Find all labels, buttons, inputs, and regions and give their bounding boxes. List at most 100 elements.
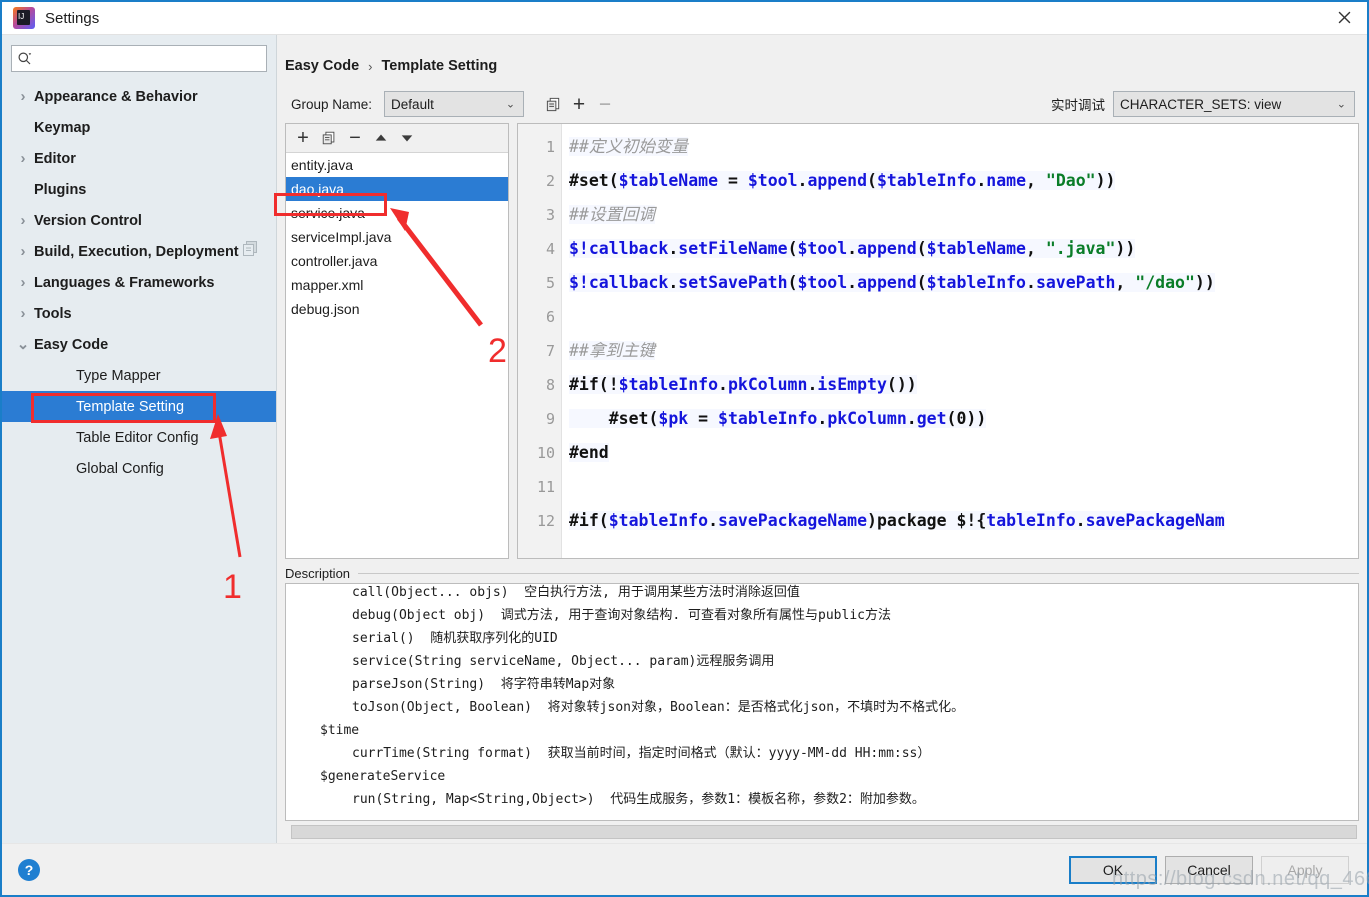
code-area[interactable]: ##定义初始变量 #set($tableName = $tool.append($… (562, 124, 1358, 558)
line-number: 5 (545, 274, 555, 292)
template-file-label: debug.json (291, 301, 360, 317)
sidebar-item-tools[interactable]: › Tools (2, 298, 276, 329)
editor-wrap: 1 2 3 4 5 6 7 8 9 10 11 12 ##定义初始变量 #set($tableName … (517, 123, 1359, 559)
description-line: serial() 随机获取序列化的UID (352, 631, 558, 646)
code-token: get (916, 409, 947, 428)
code-line: #end (562, 436, 1358, 470)
apply-button[interactable]: Apply (1261, 855, 1349, 884)
help-icon[interactable]: ? (18, 858, 40, 881)
code-token: ( (867, 171, 877, 190)
close-icon[interactable] (1321, 2, 1367, 33)
sidebar-item-languages-frameworks[interactable]: › Languages & Frameworks (2, 267, 276, 298)
move-up-button[interactable] (372, 125, 390, 151)
code-token: (0)) (946, 409, 987, 428)
code-line: #if($tableInfo.savePackageName)package $… (562, 504, 1358, 538)
chevron-right-icon: › (20, 274, 26, 291)
line-number: 8 (545, 376, 555, 394)
code-token: ( (787, 273, 798, 292)
template-file-item[interactable]: dao.java (286, 177, 508, 201)
close-glyph (1338, 11, 1350, 24)
copy-group-button[interactable] (540, 91, 566, 117)
template-code-editor[interactable]: 1 2 3 4 5 6 7 8 9 10 11 12 ##定义初始变量 #set($tableName … (517, 123, 1359, 559)
chevron-right-icon: › (20, 243, 26, 260)
template-file-item[interactable]: mapper.xml (286, 273, 508, 297)
code-token: #set( (569, 171, 619, 190)
code-token: $tableName (618, 171, 719, 190)
code-line: #set($pk = $tableInfo.pkColumn.get(0)) (562, 402, 1358, 436)
window-title: Settings (45, 9, 100, 27)
code-token: ( (916, 239, 927, 258)
code-token: )) (1115, 239, 1136, 258)
template-file-item[interactable]: serviceImpl.java (286, 225, 508, 249)
code-token: = (688, 409, 719, 428)
code-token: #if( (569, 511, 609, 530)
debug-select-wrap: CHARACTER_SETS: view ⌄ (1113, 91, 1355, 117)
search-input[interactable] (33, 50, 261, 67)
template-file-item[interactable]: entity.java (286, 153, 508, 177)
sidebar-item-label: Plugins (34, 181, 87, 198)
settings-dialog: Settings ›Appearance & Behavior›Keym (0, 0, 1369, 897)
code-token: . (817, 409, 828, 428)
code-line: ##设置回调 (562, 198, 1358, 232)
code-token: append (857, 239, 917, 258)
cancel-button[interactable]: Cancel (1165, 855, 1253, 884)
help-glyph: ? (24, 861, 34, 878)
sidebar-item-global-config[interactable]: ›Global Config (2, 453, 276, 484)
copy-icon (322, 131, 335, 145)
template-file-item[interactable]: service.java (286, 201, 508, 225)
copy-settings-icon[interactable] (242, 240, 260, 258)
code-token: $!{ (956, 511, 987, 530)
sidebar-item-table-editor-config[interactable]: ›Table Editor Config (2, 422, 276, 453)
code-token: #end (569, 443, 609, 462)
code-token: = (718, 171, 748, 190)
line-number: 12 (536, 512, 555, 530)
triangle-down-icon (401, 135, 413, 142)
sidebar-item-version-control[interactable]: › Version Control (2, 205, 276, 236)
ok-button[interactable]: OK (1069, 855, 1157, 884)
horizontal-scrollbar[interactable] (291, 825, 1357, 839)
sidebar-item-label: Languages & Frameworks (34, 274, 215, 291)
code-token: $tool (747, 171, 798, 190)
minus-icon: − (598, 92, 612, 116)
template-file-label: service.java (291, 205, 365, 221)
code-line: #set($tableName = $tool.append($tableInf… (562, 164, 1358, 198)
sidebar-item-editor[interactable]: › Editor (2, 143, 276, 174)
search-box[interactable] (11, 45, 267, 72)
sidebar-item-label: Editor (34, 150, 76, 167)
sidebar-item-build-execution-deployment[interactable]: › Build, Execution, Deployment (2, 236, 276, 267)
move-down-button[interactable] (398, 125, 416, 151)
template-file-item[interactable]: controller.java (286, 249, 508, 273)
add-template-button[interactable]: + (294, 125, 312, 151)
code-token: savePackageName (718, 511, 868, 530)
sidebar-item-plugins[interactable]: ›Plugins (2, 174, 276, 205)
remove-template-button[interactable]: − (346, 125, 364, 151)
legend-divider (358, 572, 1359, 574)
sidebar-item-template-setting[interactable]: ›Template Setting (2, 391, 276, 422)
triangle-up-icon (375, 134, 387, 141)
sidebar-item-keymap[interactable]: ›Keymap (2, 112, 276, 143)
copy-template-button[interactable] (320, 125, 338, 151)
template-files-panel: + − entity.java dao.java service.java se… (285, 123, 509, 559)
add-group-button[interactable]: + (566, 91, 592, 117)
code-line: #if(!$tableInfo.pkColumn.isEmpty()) (562, 368, 1358, 402)
debug-select[interactable]: CHARACTER_SETS: view (1113, 91, 1355, 117)
chevron-right-icon: › (20, 88, 26, 105)
sidebar-item-appearance-behavior[interactable]: › Appearance & Behavior (2, 81, 276, 112)
code-token: $tableInfo (608, 511, 709, 530)
sidebar-item-label: Easy Code (34, 336, 109, 353)
code-token: #set( (569, 409, 659, 428)
sidebar-item-easy-code[interactable]: ⌄ Easy Code (2, 329, 276, 360)
description-line: service(String serviceName, Object... pa… (352, 654, 775, 669)
minus-icon: − (349, 127, 361, 149)
code-token: . (847, 239, 858, 258)
template-file-item[interactable]: debug.json (286, 297, 508, 321)
breadcrumb-root[interactable]: Easy Code (285, 58, 359, 74)
line-number: 6 (545, 308, 555, 326)
remove-group-button[interactable]: − (592, 91, 618, 117)
sidebar-item-type-mapper[interactable]: ›Type Mapper (2, 360, 276, 391)
template-file-label: dao.java (291, 181, 344, 197)
code-token: ()) (886, 375, 917, 394)
group-name-select[interactable]: Default (384, 91, 525, 117)
